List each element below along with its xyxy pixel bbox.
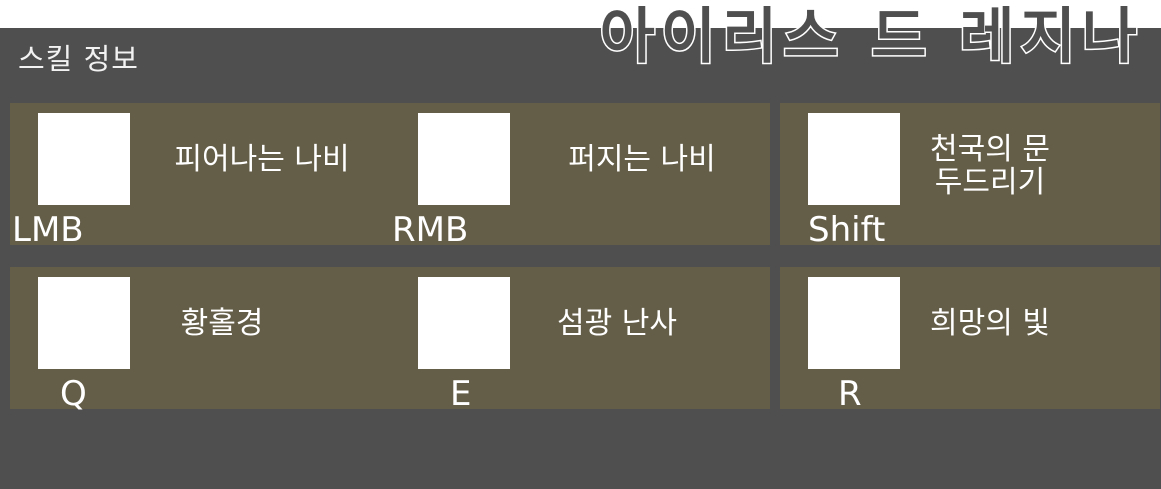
skill-key-label: E: [450, 374, 472, 414]
character-name: 아이리스 드 레지나: [598, 1, 1143, 74]
skill-card-q[interactable]: 황홀경 Q: [10, 267, 390, 413]
skill-name: 황홀경: [180, 306, 264, 341]
skill-key-label: Shift: [808, 210, 886, 250]
skill-icon-rmb: [418, 113, 510, 205]
skill-icon-e: [418, 277, 510, 369]
skill-key-label: LMB: [12, 210, 84, 250]
skill-icon-shift: [808, 113, 900, 205]
section-title: 스킬 정보: [18, 42, 139, 76]
skill-name: 희망의 빛: [930, 306, 1050, 341]
skill-name: 섬광 난사: [557, 306, 677, 341]
skill-card-rmb[interactable]: 퍼지는 나비 RMB: [390, 103, 770, 249]
skill-info-panel: 스킬 정보 피어나는 나비 LMB 퍼지는 나비 RMB 천국의 문 두드리기 …: [0, 28, 1161, 489]
skill-icon-q: [38, 277, 130, 369]
skill-key-label: RMB: [392, 210, 469, 250]
skill-name: 피어나는 나비: [174, 142, 350, 177]
skill-name: 천국의 문 두드리기: [930, 132, 1050, 200]
skill-icon-r: [808, 277, 900, 369]
skill-card-shift[interactable]: 천국의 문 두드리기 Shift: [780, 103, 1160, 249]
skill-card-e[interactable]: 섬광 난사 E: [390, 267, 770, 413]
skill-icon-lmb: [38, 113, 130, 205]
skill-card-lmb[interactable]: 피어나는 나비 LMB: [10, 103, 390, 249]
skill-name: 퍼지는 나비: [568, 142, 716, 177]
skill-key-label: R: [838, 374, 862, 414]
skill-key-label: Q: [60, 374, 87, 414]
skill-card-r[interactable]: 희망의 빛 R: [780, 267, 1160, 413]
